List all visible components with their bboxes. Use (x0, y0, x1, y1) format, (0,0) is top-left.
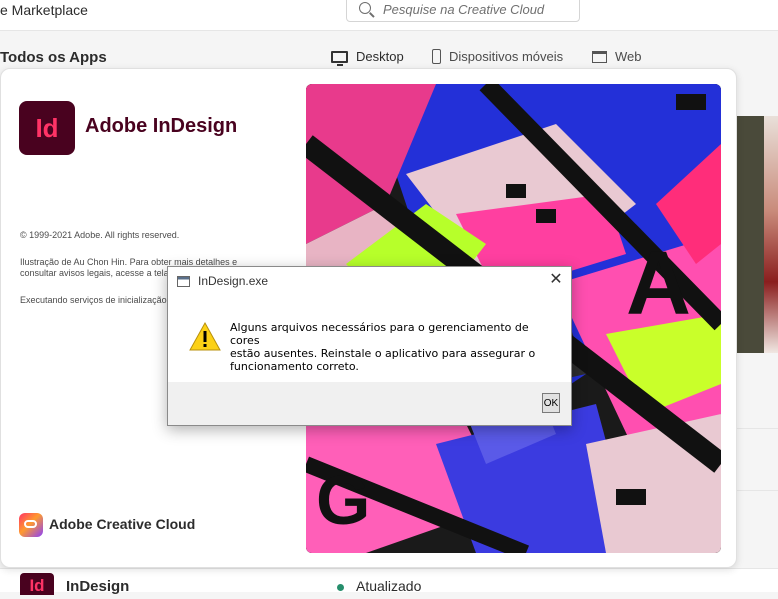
error-dialog: InDesign.exe ✕ Alguns arquivos necessári… (167, 266, 572, 426)
creative-cloud-logo-icon (19, 513, 43, 537)
loading-status: Executando serviços de inicialização... (20, 295, 175, 305)
app-row-status: Atualizado (356, 578, 422, 594)
tab-mobile[interactable]: Dispositivos móveis (432, 49, 563, 64)
marketplace-tab[interactable]: e Marketplace (0, 2, 88, 18)
indesign-logo-icon: Id (19, 101, 75, 155)
warning-icon (189, 321, 221, 351)
tab-web[interactable]: Web (592, 49, 642, 64)
app-card-image (736, 116, 764, 353)
product-name: Adobe InDesign (85, 115, 238, 137)
search-placeholder: Pesquise na Creative Cloud (383, 2, 545, 17)
ok-button[interactable]: OK (542, 393, 560, 413)
dialog-message: Alguns arquivos necessários para o geren… (230, 321, 540, 373)
status-dot-icon (337, 584, 344, 591)
tab-desktop-label: Desktop (356, 49, 404, 64)
phone-icon (432, 49, 441, 64)
divider (736, 490, 778, 491)
close-button[interactable]: ✕ (546, 271, 566, 291)
divider (736, 428, 778, 429)
svg-text:A: A (626, 234, 691, 334)
creative-cloud-brand: Adobe Creative Cloud (49, 516, 196, 532)
monitor-icon (331, 50, 348, 66)
search-icon (359, 2, 371, 14)
app-card-image-photo (764, 116, 778, 353)
browser-icon (592, 50, 607, 63)
dialog-message-line: funcionamento correto. (230, 360, 359, 373)
tab-desktop[interactable]: Desktop (331, 49, 404, 66)
indesign-app-icon: Id (20, 573, 54, 595)
search-input[interactable]: Pesquise na Creative Cloud (346, 0, 580, 22)
svg-text:G: G (316, 461, 370, 539)
dialog-message-line: estão ausentes. Reinstale o aplicativo p… (230, 347, 536, 360)
app-window-icon (177, 276, 190, 287)
copyright-text: © 1999-2021 Adobe. All rights reserved. (20, 230, 180, 240)
tab-mobile-label: Dispositivos móveis (449, 49, 564, 64)
apps-section-title: Todos os Apps (0, 49, 107, 66)
dialog-title: InDesign.exe (198, 274, 269, 288)
app-row-name: InDesign (66, 578, 130, 595)
illustration-credit-line2: consultar avisos legais, acesse a tela (20, 268, 169, 278)
tab-web-label: Web (615, 49, 642, 64)
dialog-footer (168, 382, 571, 425)
dialog-message-line: Alguns arquivos necessários para o geren… (230, 321, 529, 347)
